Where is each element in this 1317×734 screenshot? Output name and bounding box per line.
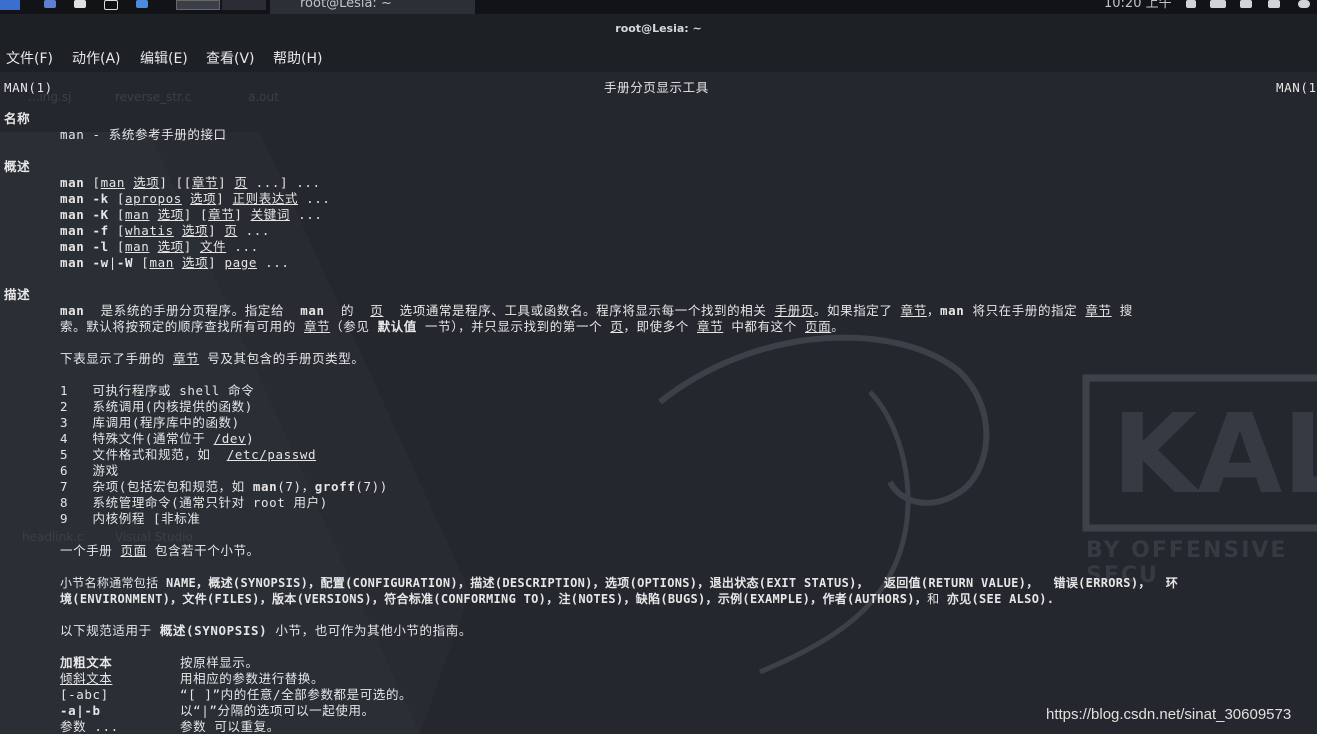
power-icon[interactable] xyxy=(1298,0,1310,8)
section-row: 7 杂项(包括宏包和规范，如 man(7)，groff(7)) xyxy=(60,479,388,494)
browser-icon[interactable] xyxy=(74,0,86,8)
section-synopsis-heading: 概述 xyxy=(4,159,31,174)
section-row: 3 库调用(程序库中的函数) xyxy=(60,415,240,430)
man-header-left: MAN(1) xyxy=(4,80,53,95)
kali-menu-icon[interactable] xyxy=(0,0,20,10)
section-row: 4 特殊文件(通常位于 /dev) xyxy=(60,431,255,446)
terminal-output[interactable]: ...ing.sj reverse_str.c a.out headlink.c… xyxy=(0,72,1317,734)
synopsis-line: man [man 选项] [[章节] 页 ...] ... xyxy=(60,175,321,190)
menu-bar: 文件(F) 动作(A) 编辑(E) 查看(V) 帮助(H) xyxy=(0,44,1317,72)
desktop-file-label: Visual Studio xyxy=(115,530,193,544)
workspace-2-button[interactable] xyxy=(222,0,266,10)
section-row: 2 系统调用(内核提供的函数) xyxy=(60,399,253,414)
clock[interactable]: 10:20 上午 xyxy=(1104,0,1172,14)
menu-view[interactable]: 查看(V) xyxy=(206,48,255,68)
menu-action[interactable]: 动作(A) xyxy=(72,48,121,68)
wallpaper-brand: KAL xyxy=(1112,390,1317,518)
network-icon[interactable] xyxy=(1186,0,1196,8)
files-icon[interactable] xyxy=(44,0,56,8)
menu-file[interactable]: 文件(F) xyxy=(6,48,53,68)
record-icon[interactable] xyxy=(136,0,148,8)
desktop-file-label: reverse_str.c xyxy=(115,90,192,104)
section-row: 8 系统管理命令(通常只针对 root 用户) xyxy=(60,495,328,510)
workspace-1-button[interactable] xyxy=(176,0,220,10)
section-name-heading: 名称 xyxy=(4,111,31,126)
synopsis-line: man -w|-W [man 选项] page ... xyxy=(60,255,290,270)
window-title: root@Lesia: ~ xyxy=(615,22,702,35)
battery-icon[interactable] xyxy=(1210,0,1226,8)
synopsis-line: man -K [man 选项] [章节] 关键词 ... xyxy=(60,207,323,222)
convention-desc: 参数 可以重复。 xyxy=(180,719,280,734)
convention-desc: 用相应的参数进行替换。 xyxy=(180,671,325,686)
convention-key: 参数 ... xyxy=(60,719,119,734)
top-panel: root@Lesia: ~ 10:20 上午 xyxy=(0,0,1317,14)
taskbar-window-title[interactable]: root@Lesia: ~ xyxy=(270,0,475,14)
synopsis-line: man -k [apropos 选项] 正则表达式 ... xyxy=(60,191,331,206)
convention-desc: 按原样显示。 xyxy=(180,655,259,670)
subsection-names-line: 境(ENVIRONMENT)，文件(FILES)，版本(VERSIONS)，符合… xyxy=(60,592,1055,606)
convention-key: [-abc] xyxy=(60,687,109,702)
desktop-file-label: headlink.c xyxy=(22,530,84,544)
section-row: 5 文件格式和规范，如 /etc/passwd xyxy=(60,447,317,462)
section-row: 6 游戏 xyxy=(60,463,119,478)
table-intro-line: 下表显示了手册的 章节 号及其包含的手册页类型。 xyxy=(60,351,365,366)
synopsis-line: man -f [whatis 选项] 页 ... xyxy=(60,223,271,238)
desktop-file-label: a.out xyxy=(248,90,279,104)
window-titlebar[interactable]: root@Lesia: ~ xyxy=(0,14,1317,44)
notification-icon[interactable] xyxy=(1268,0,1280,8)
section-row: 9 内核例程 [非标准 xyxy=(60,511,201,526)
man-header-center: 手册分页显示工具 xyxy=(604,80,709,95)
terminal-launch-icon[interactable] xyxy=(104,0,118,10)
description-line: man 是系统的手册分页程序。指定给 man 的 页 选项通常是程序、工具或函数… xyxy=(60,303,1133,318)
subsection-names-line: 小节名称通常包括 NAME，概述(SYNOPSIS)，配置(CONFIGURAT… xyxy=(60,576,1179,590)
volume-icon[interactable] xyxy=(1240,0,1252,8)
csdn-watermark: https://blog.csdn.net/sinat_30609573 xyxy=(1046,706,1292,723)
convention-desc: 以“|”分隔的选项可以一起使用。 xyxy=(180,703,375,718)
convention-key: -a|-b xyxy=(60,703,101,718)
convention-key: 加粗文本 xyxy=(60,655,113,670)
convention-key: 倾斜文本 xyxy=(60,671,113,686)
pages-line: 一个手册 页面 包含若干个小节。 xyxy=(60,543,260,558)
convention-desc: “[ ]”内的任意/全部参数都是可选的。 xyxy=(180,687,413,702)
description-line: 索。默认将按预定的顺序查找所有可用的 章节（参见 默认值 一节），并只显示找到的… xyxy=(60,319,845,334)
section-row: 1 可执行程序或 shell 命令 xyxy=(60,383,255,398)
synopsis-line: man -l [man 选项] 文件 ... xyxy=(60,239,259,254)
man-header-right: MAN(1 xyxy=(1276,80,1317,95)
section-description-heading: 描述 xyxy=(4,287,31,302)
menu-edit[interactable]: 编辑(E) xyxy=(140,48,188,68)
menu-help[interactable]: 帮助(H) xyxy=(273,48,322,68)
name-line: man - 系统参考手册的接口 xyxy=(60,127,227,142)
conventions-intro-line: 以下规范适用于 概述(SYNOPSIS) 小节，也可作为其他小节的指南。 xyxy=(60,623,472,638)
